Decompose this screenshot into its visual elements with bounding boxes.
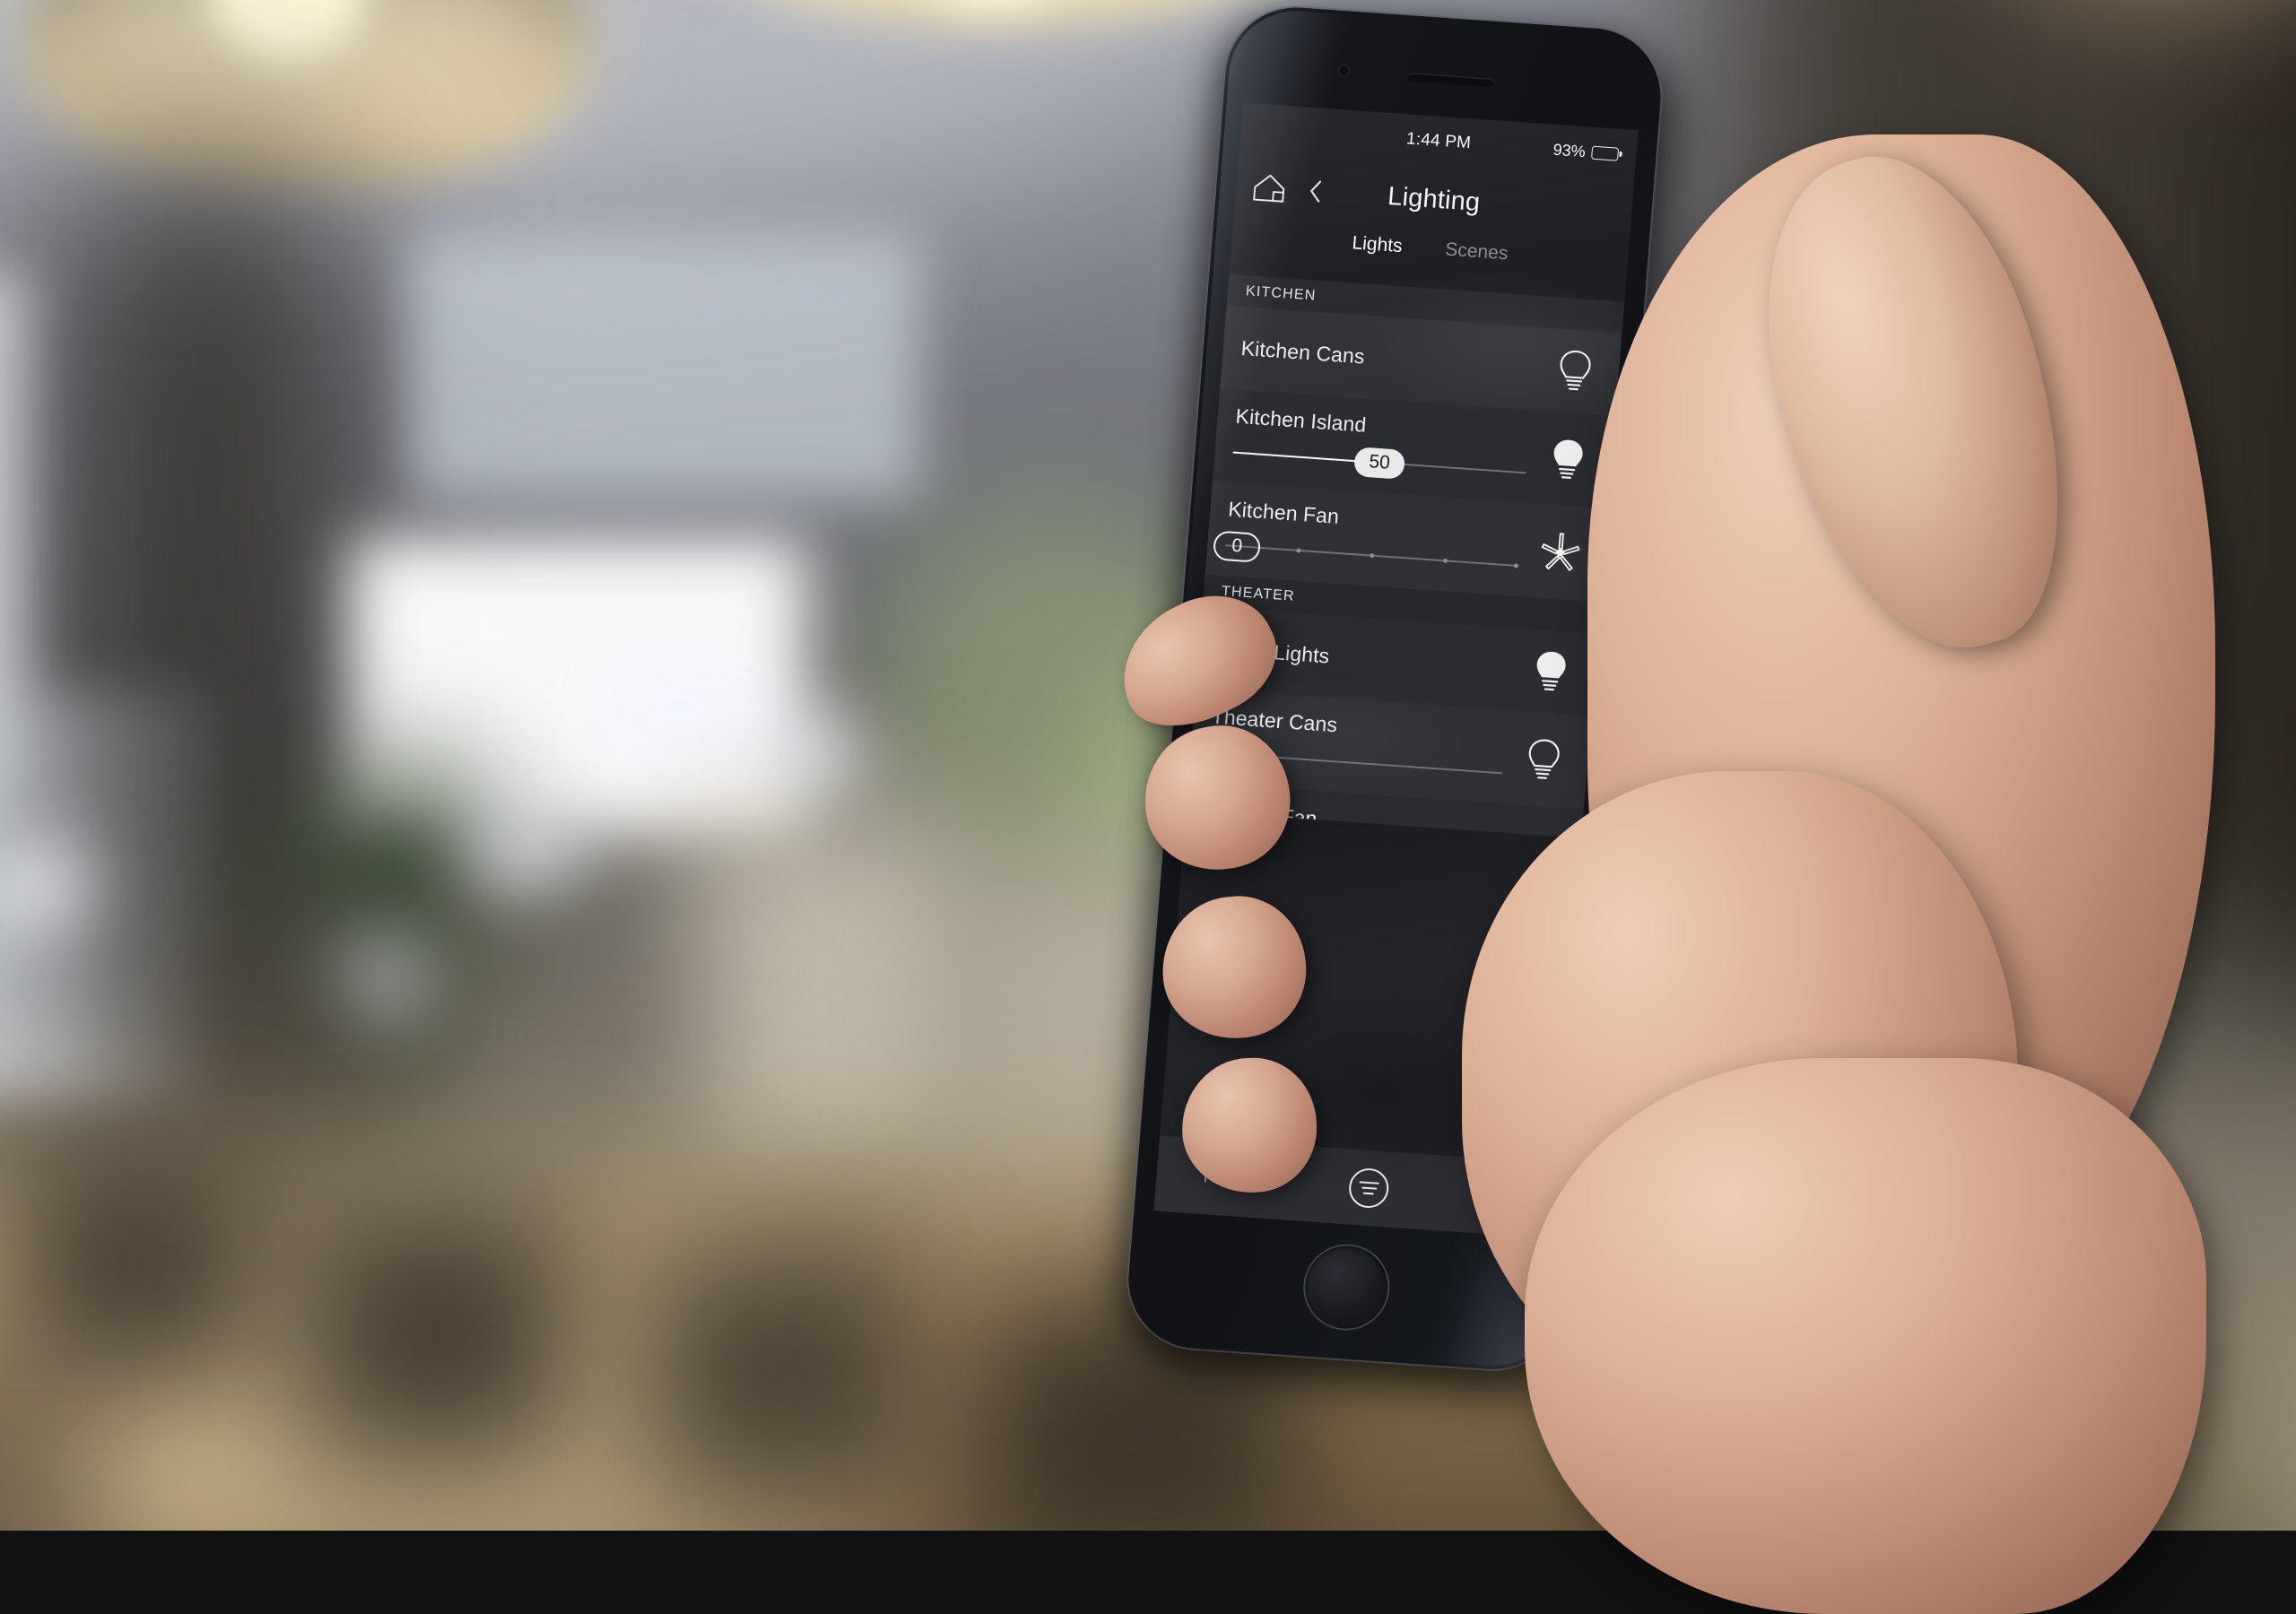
dining-chair-1 [664, 803, 978, 1184]
slider-tick [1296, 548, 1301, 553]
slider-tick [1442, 558, 1448, 564]
device-name: Theater Fan [1203, 799, 1318, 831]
dark-cabinet-far-right [2230, 0, 2296, 994]
battery-percent-label: 93% [1552, 140, 1587, 161]
bottom-bar-room-label[interactable]: Room [1203, 1166, 1255, 1191]
dining-chair-3 [436, 898, 693, 1221]
slider-tick [1513, 563, 1518, 568]
device-name: Track Lights [1215, 636, 1331, 668]
bokeh-3 [465, 803, 593, 908]
home-icon[interactable] [1251, 171, 1288, 204]
filter-line-3 [1362, 1192, 1375, 1195]
counter-object-2 [293, 1202, 579, 1468]
counter-object-5 [0, 1334, 95, 1531]
slider-thumb[interactable]: 0 [1212, 529, 1262, 563]
slider-thumb[interactable]: 0 [1196, 737, 1245, 770]
window-pane-upper [407, 233, 921, 500]
bokeh-1 [606, 651, 750, 766]
filter-line-1 [1359, 1181, 1380, 1184]
counter-object-3 [635, 1239, 921, 1506]
bulb-filled-icon[interactable] [1540, 434, 1596, 484]
filter-line-2 [1361, 1186, 1378, 1190]
bulb-outline-icon[interactable] [1516, 734, 1571, 785]
slider-thumb[interactable]: 50 [1352, 446, 1406, 480]
dark-wall-right [1717, 0, 2296, 956]
device-row-content: Track Lights [1215, 621, 1527, 696]
back-chevron-icon[interactable] [1285, 176, 1326, 205]
battery-icon [1591, 145, 1620, 161]
bokeh-2 [749, 708, 864, 803]
slider-track [1208, 751, 1502, 775]
slider-tick [1370, 552, 1375, 559]
bulb-outline-icon[interactable] [1547, 346, 1603, 396]
tab-scenes[interactable]: Scenes [1440, 237, 1513, 273]
bottom-bar-all-label[interactable]: All [1484, 1185, 1507, 1209]
bulb-filled-icon[interactable] [1523, 646, 1578, 697]
device-row-content: Kitchen Cans [1239, 322, 1552, 396]
device-list: KITCHEN Kitchen Cans Kitchen Island 50 K… [1186, 273, 1625, 838]
device-name: Kitchen Cans [1239, 335, 1366, 369]
filter-lines-circle-icon[interactable] [1347, 1167, 1391, 1210]
tab-lights[interactable]: Lights [1347, 230, 1407, 266]
ceiling-fan-icon[interactable] [1533, 528, 1588, 577]
